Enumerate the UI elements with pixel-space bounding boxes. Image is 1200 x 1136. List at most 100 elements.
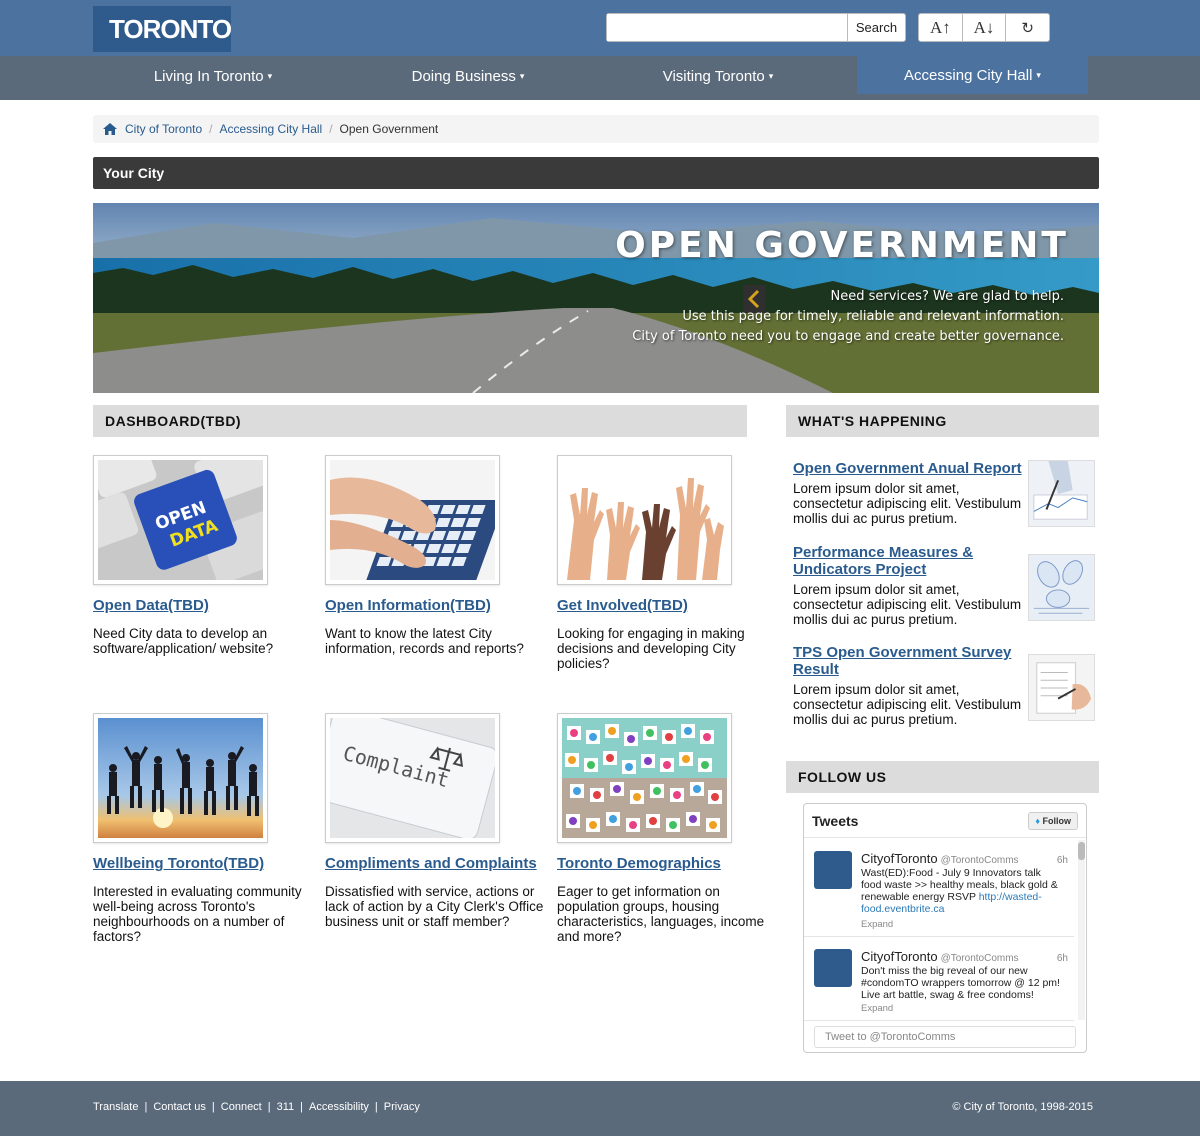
nav-visiting-toronto[interactable]: Visiting Toronto ▾ — [598, 56, 838, 96]
tweets-scrollbar[interactable] — [1078, 840, 1085, 1020]
breadcrumb-current: Open Government — [339, 122, 439, 136]
hero-line: Need services? We are glad to help. — [830, 289, 1065, 304]
tweet-author[interactable]: CityofToronto @TorontoComms — [861, 949, 1019, 964]
tweet-time[interactable]: 6h — [1057, 855, 1068, 866]
font-decrease-button[interactable]: A↓ — [963, 14, 1007, 41]
card-description: Eager to get information on population g… — [557, 884, 765, 944]
card-open-data: OPEN DATA Open Data(TBD) Need City data … — [93, 455, 313, 656]
typing-hands-image — [330, 460, 495, 580]
news-title[interactable]: TPS Open Government Survey Result — [793, 644, 1025, 678]
report-signing-image[interactable] — [1028, 460, 1095, 527]
card-title[interactable]: Get Involved(TBD) — [557, 597, 777, 614]
nav-label: Accessing City Hall — [904, 66, 1033, 84]
avatar[interactable] — [814, 949, 852, 987]
nav-label: Visiting Toronto — [662, 67, 765, 85]
blueprints-image[interactable] — [1028, 554, 1095, 621]
news-item: Open Government Anual Report Lorem ipsum… — [793, 460, 1099, 527]
footer: Translate | Contact us | Connect | 311 |… — [0, 1081, 1200, 1136]
tweet-handle: @TorontoComms — [940, 855, 1019, 866]
tweet-author[interactable]: CityofToronto @TorontoComms — [861, 851, 1019, 866]
toronto-logo[interactable]: TORONTO — [93, 6, 232, 52]
hero-title: OPEN GOVERNMENT — [615, 225, 1069, 266]
nav-label: Living In Toronto — [153, 67, 264, 85]
card-title[interactable]: Open Information(TBD) — [325, 597, 545, 614]
search-button[interactable]: Search — [847, 14, 905, 41]
chevron-down-icon: ▾ — [1036, 69, 1041, 80]
news-title[interactable]: Open Government Anual Report — [793, 460, 1025, 477]
get-involved-image[interactable] — [557, 455, 732, 585]
news-item: Performance Measures & Undicators Projec… — [793, 544, 1099, 627]
tweet-text: Wast(ED):Food - July 9 Innovators talk f… — [861, 867, 1061, 915]
news-description: Lorem ipsum dolor sit amet, consectetur … — [793, 582, 1022, 627]
tweet-item[interactable]: CityofToronto @TorontoComms 6h Don't miss… — [804, 937, 1074, 1021]
nav-accessing-city-hall[interactable]: Accessing City Hall ▾ — [857, 56, 1088, 94]
footer-link-translate[interactable]: Translate — [93, 1101, 138, 1113]
survey-form-image[interactable] — [1028, 654, 1095, 721]
footer-separator: | — [300, 1101, 304, 1113]
jumping-people-sunset-image — [98, 718, 263, 838]
wellbeing-image[interactable] — [93, 713, 268, 843]
open-data-image[interactable]: OPEN DATA — [93, 455, 268, 585]
breadcrumb-separator: / — [329, 122, 333, 136]
card-title[interactable]: Wellbeing Toronto(TBD) — [93, 855, 313, 872]
complaints-image[interactable]: Complaint — [325, 713, 500, 843]
scrollbar-thumb[interactable] — [1078, 842, 1085, 860]
card-get-involved: Get Involved(TBD) Looking for engaging i… — [557, 455, 777, 671]
card-title[interactable]: Open Data(TBD) — [93, 597, 313, 614]
footer-link-accessibility[interactable]: Accessibility — [309, 1101, 369, 1113]
card-title[interactable]: Toronto Demographics — [557, 855, 777, 872]
home-icon[interactable] — [103, 123, 117, 135]
nav-label: Doing Business — [411, 67, 516, 85]
raised-hands-image — [562, 460, 727, 580]
nav-living-in-toronto[interactable]: Living In Toronto ▾ — [93, 56, 333, 96]
reset-icon[interactable]: ↻ — [1006, 14, 1049, 41]
footer-separator: | — [267, 1101, 271, 1113]
breadcrumb: City of Toronto / Accessing City Hall / … — [93, 115, 1099, 143]
follow-button[interactable]: ♦ Follow — [1028, 811, 1078, 830]
footer-separator: | — [211, 1101, 215, 1113]
copyright: © City of Toronto, 1998-2015 — [952, 1101, 1093, 1113]
card-description: Want to know the latest City information… — [325, 626, 524, 656]
footer-link-privacy[interactable]: Privacy — [384, 1101, 420, 1113]
breadcrumb-city-of-toronto[interactable]: City of Toronto — [125, 122, 202, 136]
follow-label: Follow — [1042, 815, 1072, 826]
card-compliments-complaints: Complaint Compliments and Complaints Dis… — [325, 713, 545, 929]
card-description: Interested in evaluating community well-… — [93, 884, 302, 944]
demographics-image[interactable] — [557, 713, 732, 843]
keyboard-open-data-image: OPEN DATA — [98, 460, 263, 580]
hero-banner: OPEN GOVERNMENT Need services? We are gl… — [93, 203, 1099, 393]
tweet-item[interactable]: CityofToronto @TorontoComms 6h Wast(ED):F… — [804, 839, 1074, 937]
tweet-expand[interactable]: Expand — [861, 919, 893, 930]
complaint-key-image: Complaint — [330, 718, 495, 838]
breadcrumb-accessing-city-hall[interactable]: Accessing City Hall — [220, 122, 323, 136]
tweet-to-input[interactable]: Tweet to @TorontoComms — [814, 1026, 1076, 1048]
news-description: Lorem ipsum dolor sit amet, consectetur … — [793, 682, 1022, 727]
card-toronto-demographics: Toronto Demographics Eager to get inform… — [557, 713, 777, 944]
footer-links: Translate | Contact us | Connect | 311 |… — [93, 1101, 420, 1113]
footer-link-311[interactable]: 311 — [277, 1101, 295, 1113]
search-input[interactable] — [607, 14, 847, 41]
footer-link-contact[interactable]: Contact us — [153, 1101, 206, 1113]
breadcrumb-separator: / — [209, 122, 213, 136]
footer-link-connect[interactable]: Connect — [221, 1101, 262, 1113]
footer-separator: | — [144, 1101, 148, 1113]
font-increase-button[interactable]: A↑ — [919, 14, 963, 41]
news-item: TPS Open Government Survey Result Lorem … — [793, 644, 1099, 727]
news-title[interactable]: Performance Measures & Undicators Projec… — [793, 544, 1025, 578]
nav-doing-business[interactable]: Doing Business ▾ — [348, 56, 588, 96]
logo-text: TORONTO — [109, 13, 232, 44]
avatar[interactable] — [814, 851, 852, 889]
accessibility-tools: A↑ A↓ ↻ — [918, 13, 1050, 42]
tweet-expand[interactable]: Expand — [861, 1003, 893, 1014]
open-information-image[interactable] — [325, 455, 500, 585]
news-description: Lorem ipsum dolor sit amet, consectetur … — [793, 481, 1022, 526]
card-description: Looking for engaging in making decisions… — [557, 626, 745, 671]
tweet-time[interactable]: 6h — [1057, 953, 1068, 964]
card-wellbeing-toronto: Wellbeing Toronto(TBD) Interested in eva… — [93, 713, 313, 944]
follow-us-heading: FOLLOW US — [786, 761, 1099, 793]
tweet-handle: @TorontoComms — [940, 953, 1019, 964]
chevron-down-icon: ▾ — [768, 70, 774, 81]
tweets-header: Tweets ♦ Follow — [804, 804, 1086, 838]
card-title[interactable]: Compliments and Complaints — [325, 855, 545, 872]
tweet-author-name: CityofToronto — [861, 851, 938, 866]
